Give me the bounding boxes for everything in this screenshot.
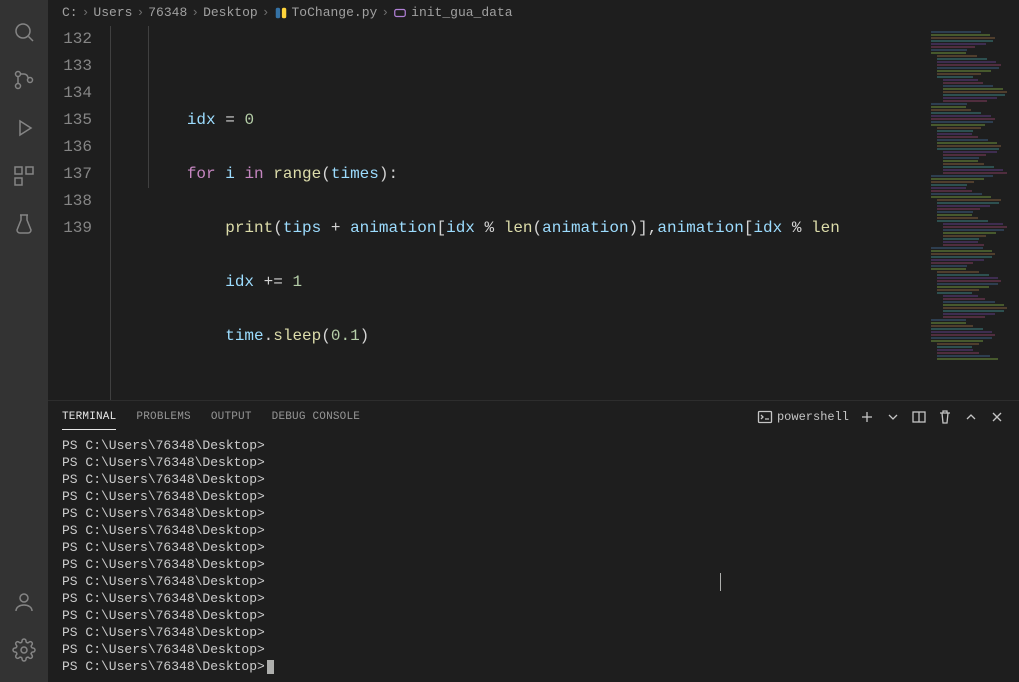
breadcrumb-segment[interactable]: 76348› [148, 5, 199, 20]
tab-output[interactable]: OUTPUT [211, 405, 252, 430]
trash-icon [937, 409, 953, 425]
run-debug-icon[interactable] [0, 104, 48, 152]
line-number-gutter: 132133134135136137138139 [48, 26, 110, 400]
bottom-panel: TERMINAL PROBLEMS OUTPUT DEBUG CONSOLE p… [48, 400, 1019, 682]
split-horizontal-icon [911, 409, 927, 425]
app-root: C:› Users› 76348› Desktop› ToChange.py› … [0, 0, 1019, 682]
terminal-line: PS C:\Users\76348\Desktop> [62, 590, 1005, 607]
editor[interactable]: 132133134135136137138139 idx = 0 for i i… [48, 26, 1019, 400]
extensions-icon[interactable] [0, 152, 48, 200]
breadcrumb[interactable]: C:› Users› 76348› Desktop› ToChange.py› … [48, 0, 1019, 26]
terminal-line: PS C:\Users\76348\Desktop> [62, 505, 1005, 522]
terminal-line: PS C:\Users\76348\Desktop> [62, 658, 1005, 675]
terminal-line: PS C:\Users\76348\Desktop> [62, 607, 1005, 624]
terminal-line: PS C:\Users\76348\Desktop> [62, 522, 1005, 539]
minimap[interactable] [929, 26, 1019, 400]
terminal-line: PS C:\Users\76348\Desktop> [62, 488, 1005, 505]
new-terminal-button[interactable] [859, 409, 875, 425]
terminal-shell-selector[interactable]: powershell [757, 409, 849, 425]
breadcrumb-segment[interactable]: C:› [62, 5, 89, 20]
split-terminal-dropdown[interactable] [885, 409, 901, 425]
breadcrumb-symbol[interactable]: init_gua_data [393, 5, 512, 20]
breadcrumb-segment[interactable]: Desktop› [203, 5, 269, 20]
search-icon[interactable] [0, 8, 48, 56]
terminal-line: PS C:\Users\76348\Desktop> [62, 556, 1005, 573]
terminal-line: PS C:\Users\76348\Desktop> [62, 454, 1005, 471]
chevron-up-icon [963, 409, 979, 425]
python-file-icon [274, 6, 288, 20]
line-number: 134 [48, 80, 92, 107]
terminal-line: PS C:\Users\76348\Desktop> [62, 539, 1005, 556]
testing-icon[interactable] [0, 200, 48, 248]
breadcrumb-file[interactable]: ToChange.py› [274, 5, 390, 20]
settings-gear-icon[interactable] [0, 626, 48, 674]
symbol-method-icon [393, 6, 407, 20]
terminal-icon [757, 409, 773, 425]
source-control-icon[interactable] [0, 56, 48, 104]
activity-bar [0, 0, 48, 682]
line-number: 139 [48, 215, 92, 242]
terminal-line: PS C:\Users\76348\Desktop> [62, 437, 1005, 454]
line-number: 133 [48, 53, 92, 80]
line-number: 136 [48, 134, 92, 161]
panel-tabs: TERMINAL PROBLEMS OUTPUT DEBUG CONSOLE p… [48, 401, 1019, 433]
close-panel-button[interactable] [989, 409, 1005, 425]
line-number: 132 [48, 26, 92, 53]
terminal-cursor [267, 660, 274, 674]
kill-terminal-button[interactable] [937, 409, 953, 425]
line-number: 135 [48, 107, 92, 134]
main-area: C:› Users› 76348› Desktop› ToChange.py› … [48, 0, 1019, 682]
tab-terminal[interactable]: TERMINAL [62, 405, 116, 430]
plus-icon [859, 409, 875, 425]
terminal-line: PS C:\Users\76348\Desktop> [62, 624, 1005, 641]
line-number: 138 [48, 188, 92, 215]
tab-problems[interactable]: PROBLEMS [136, 405, 190, 430]
breadcrumb-segment[interactable]: Users› [93, 5, 144, 20]
chevron-down-icon [885, 409, 901, 425]
close-icon [989, 409, 1005, 425]
tab-debug-console[interactable]: DEBUG CONSOLE [272, 405, 360, 430]
code-content[interactable]: idx = 0 for i in range(times): print(tip… [110, 26, 929, 400]
accounts-icon[interactable] [0, 578, 48, 626]
maximize-panel-button[interactable] [963, 409, 979, 425]
terminal-line: PS C:\Users\76348\Desktop> [62, 573, 1005, 590]
line-number: 137 [48, 161, 92, 188]
text-cursor-icon [720, 573, 721, 591]
terminal-line: PS C:\Users\76348\Desktop> [62, 641, 1005, 658]
terminal-line: PS C:\Users\76348\Desktop> [62, 471, 1005, 488]
terminal-output[interactable]: PS C:\Users\76348\Desktop>PS C:\Users\76… [48, 433, 1019, 682]
split-terminal-button[interactable] [911, 409, 927, 425]
